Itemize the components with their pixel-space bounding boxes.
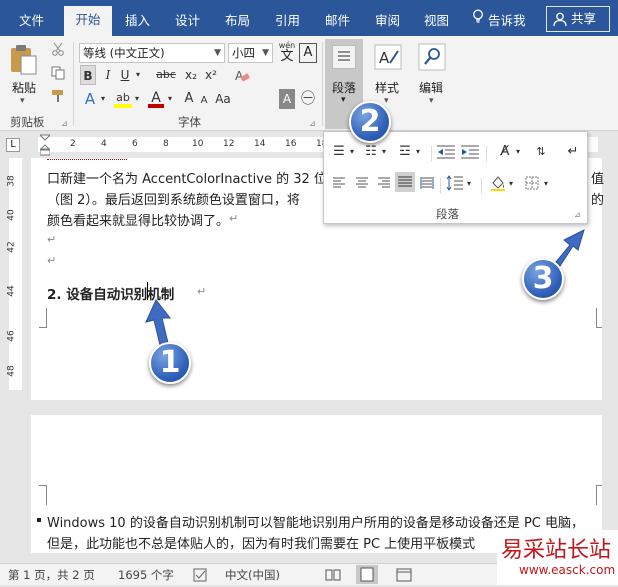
print-layout-icon xyxy=(360,567,374,582)
arrow-3 xyxy=(555,229,585,267)
watermark-title: 易采站长站 xyxy=(501,538,612,563)
web-layout-icon[interactable] xyxy=(396,568,412,585)
read-mode-icon[interactable] xyxy=(325,568,341,585)
proofing-icon[interactable] xyxy=(193,568,209,585)
annotation-arrows xyxy=(145,229,585,346)
language-indicator[interactable]: 中文(中国) xyxy=(225,567,280,583)
site-watermark: 易采站长站 www.easck.com xyxy=(497,530,618,585)
word-count[interactable]: 1695 个字 xyxy=(118,567,174,583)
print-layout-button[interactable] xyxy=(356,565,378,584)
arrow-1 xyxy=(145,299,172,346)
callout-badge-2: 2 xyxy=(349,101,391,143)
callout-badge-3: 3 xyxy=(522,258,564,300)
callout-badge-1: 1 xyxy=(149,342,191,384)
page-count[interactable]: 第 1 页，共 2 页 xyxy=(8,567,95,583)
watermark-url: www.easck.com xyxy=(519,563,616,577)
